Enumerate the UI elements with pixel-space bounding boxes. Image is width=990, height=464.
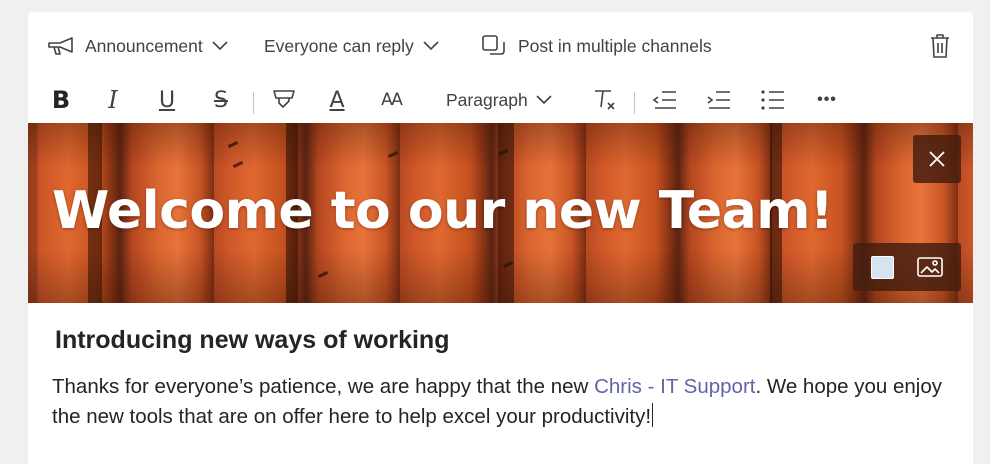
post-multiple-channels-button[interactable]: Post in multiple channels <box>481 32 712 60</box>
close-banner-button[interactable] <box>913 135 961 183</box>
font-color-glyph: A <box>329 87 345 113</box>
toolbar-divider <box>253 92 254 114</box>
trash-icon <box>930 33 950 59</box>
clear-formatting-button[interactable] <box>590 76 620 124</box>
more-options-button[interactable]: ••• <box>810 76 844 124</box>
banner-color-swatch[interactable] <box>871 256 894 279</box>
compose-card: Announcement Everyone can reply Post in … <box>28 12 973 464</box>
increase-indent-button[interactable] <box>704 76 734 124</box>
strikethrough-button[interactable]: S <box>206 76 236 124</box>
image-icon <box>917 257 943 277</box>
paragraph-label: Paragraph <box>446 89 528 110</box>
chevron-down-icon <box>423 41 439 51</box>
bulleted-list-icon <box>760 89 786 111</box>
change-image-button[interactable] <box>913 253 947 281</box>
underline-button[interactable]: U <box>152 76 182 124</box>
megaphone-icon <box>46 35 76 57</box>
increase-indent-icon <box>706 89 732 111</box>
mention-link[interactable]: Chris - IT Support <box>594 375 755 398</box>
reply-setting-dropdown[interactable]: Everyone can reply <box>264 32 439 60</box>
announcement-label: Announcement <box>85 35 203 56</box>
banner-title: Welcome to our new Team! <box>52 181 834 241</box>
paragraph-style-dropdown[interactable]: Paragraph <box>446 76 556 124</box>
decrease-indent-button[interactable] <box>650 76 680 124</box>
message-body[interactable]: Thanks for everyone’s patience, we are h… <box>52 372 957 432</box>
banner-decoration <box>232 161 244 168</box>
clear-formatting-icon <box>592 87 618 113</box>
close-icon <box>929 151 945 167</box>
font-color-button[interactable]: A <box>322 76 352 124</box>
formatting-toolbar: B I U S A AA Paragraph ••• <box>28 76 973 124</box>
highlight-button[interactable] <box>268 76 300 124</box>
banner-media-controls <box>853 243 961 291</box>
banner-decoration <box>317 271 329 278</box>
strikethrough-glyph: S <box>214 87 228 113</box>
decrease-indent-icon <box>652 89 678 111</box>
underline-glyph: U <box>158 87 176 113</box>
bold-button[interactable]: B <box>46 76 76 124</box>
post-options-bar: Announcement Everyone can reply Post in … <box>28 12 973 76</box>
bold-glyph: B <box>51 86 71 114</box>
body-text-start: Thanks for everyone’s patience, we are h… <box>52 375 595 398</box>
more-options-icon: ••• <box>817 91 837 108</box>
toolbar-divider <box>634 92 635 114</box>
italic-button[interactable]: I <box>98 76 128 124</box>
delete-button[interactable] <box>930 32 950 60</box>
chevron-down-icon <box>536 95 552 105</box>
chevron-down-icon <box>212 41 228 51</box>
italic-glyph: I <box>108 86 118 114</box>
announcement-banner: Welcome to our new Team! <box>28 123 973 303</box>
post-multiple-channels-label: Post in multiple channels <box>518 35 712 56</box>
text-caret <box>652 403 654 427</box>
font-size-glyph: AA <box>381 90 403 110</box>
font-size-button[interactable]: AA <box>374 76 408 124</box>
post-subject[interactable]: Introducing new ways of working <box>55 326 449 355</box>
reply-setting-label: Everyone can reply <box>264 35 414 56</box>
copy-icon <box>481 34 507 58</box>
highlighter-icon <box>271 88 297 112</box>
announcement-dropdown[interactable]: Announcement <box>46 32 228 60</box>
banner-decoration <box>387 151 399 158</box>
bulleted-list-button[interactable] <box>758 76 788 124</box>
banner-decoration <box>227 141 239 148</box>
